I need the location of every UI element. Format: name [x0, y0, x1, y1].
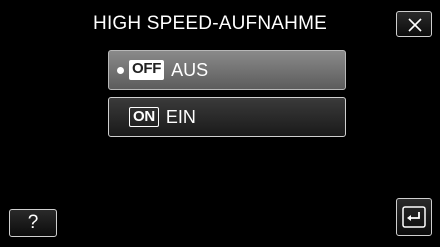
close-button[interactable]	[396, 11, 432, 37]
help-button[interactable]: ?	[9, 209, 57, 237]
return-icon	[402, 206, 426, 228]
selected-indicator-icon	[117, 67, 124, 74]
on-badge-icon: ON	[129, 107, 159, 127]
close-icon	[408, 18, 422, 32]
option-off-button[interactable]: OFF AUS	[108, 50, 346, 90]
back-button[interactable]	[396, 198, 432, 236]
option-on-button[interactable]: ON EIN	[108, 97, 346, 137]
menu-screen: HIGH SPEED-AUFNAHME OFF AUS ON EIN ?	[0, 0, 440, 247]
page-title: HIGH SPEED-AUFNAHME	[93, 13, 327, 34]
off-badge-icon: OFF	[129, 60, 165, 80]
option-on-label: EIN	[165, 106, 196, 127]
option-off-label: AUS	[171, 59, 209, 80]
